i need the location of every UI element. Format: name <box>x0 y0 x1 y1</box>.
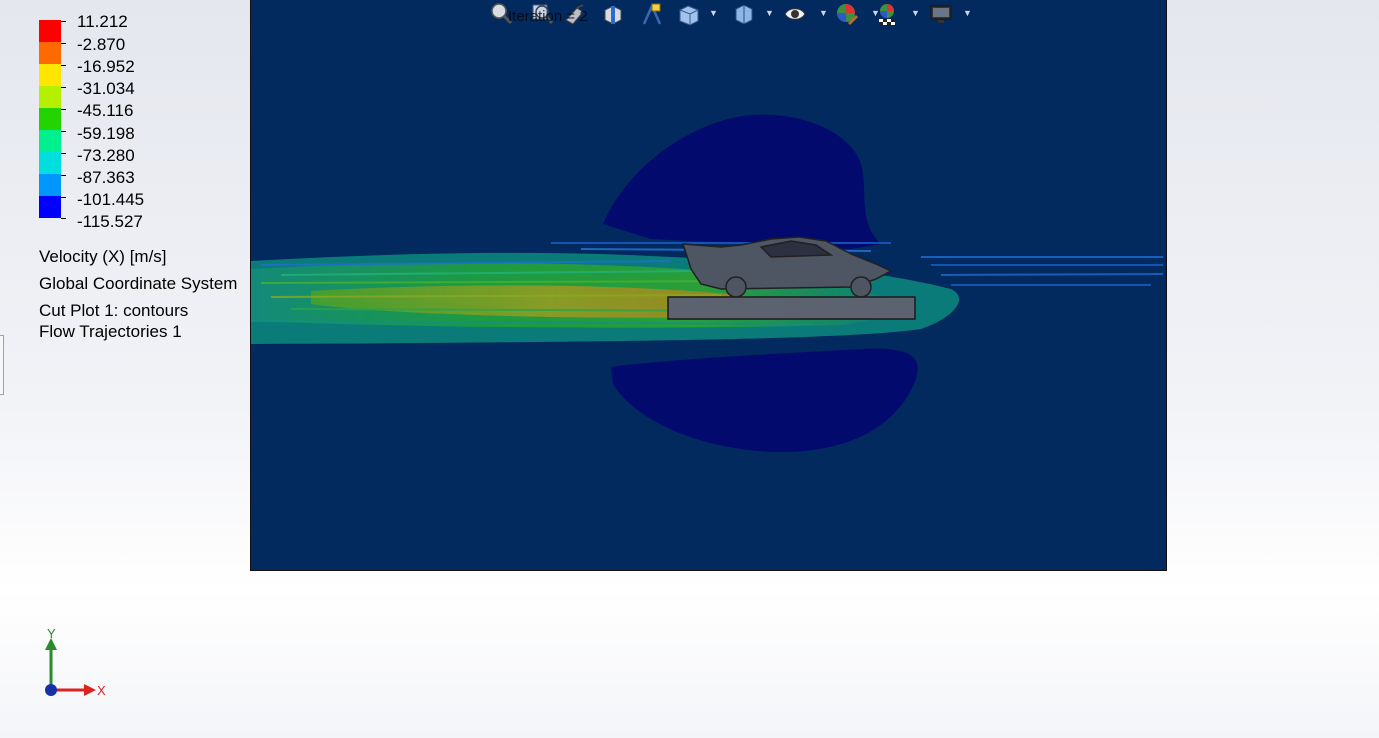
apply-scene-dropdown-icon[interactable]: ▼ <box>911 8 920 18</box>
panel-edge-handle[interactable] <box>0 335 4 395</box>
display-style-dropdown-icon[interactable]: ▼ <box>765 8 774 18</box>
coordinate-system-label: Global Coordinate System <box>39 274 238 293</box>
view-settings-icon[interactable] <box>929 2 953 26</box>
hide-show-icon[interactable] <box>783 2 807 26</box>
legend-value: -45.116 <box>77 101 134 120</box>
legend-swatch <box>39 42 61 64</box>
legend-swatch <box>39 152 61 174</box>
legend-value: 11.212 <box>77 12 128 31</box>
legend-value: -101.445 <box>77 190 145 209</box>
apply-scene-icon[interactable] <box>875 2 899 26</box>
lower-contour-lobe <box>611 348 918 453</box>
legend-value: -87.363 <box>77 168 135 187</box>
graphics-viewport[interactable] <box>250 0 1167 571</box>
legend-swatch <box>39 64 61 86</box>
legend-swatch <box>39 196 61 218</box>
flow-trajectories-label: Flow Trajectories 1 <box>39 322 182 341</box>
reference-triad: Y X <box>45 628 106 698</box>
legend-value: -73.280 <box>77 146 135 165</box>
legend-swatch <box>39 174 61 196</box>
legend-swatch <box>39 86 61 108</box>
legend-value: -2.870 <box>77 35 126 54</box>
view-settings-dropdown-icon[interactable]: ▼ <box>963 8 972 18</box>
cut-plot-label: Cut Plot 1: contours <box>39 301 189 320</box>
legend-swatch <box>39 20 61 42</box>
legend-parameter-label: Velocity (X) [m/s] <box>39 247 167 266</box>
triad-x-label: X <box>97 683 106 698</box>
triad-y-label: Y <box>47 628 56 641</box>
edit-appearance-icon[interactable] <box>835 2 859 26</box>
cut-plot-contours <box>251 114 1164 453</box>
upper-contour-lobe <box>603 114 881 250</box>
legend-value: -31.034 <box>77 79 135 98</box>
dynamic-annotation-icon[interactable] <box>640 2 664 26</box>
display-style-icon[interactable] <box>732 2 756 26</box>
iteration-overlay-text: Iteration = 2 <box>508 8 588 25</box>
legend-swatch <box>39 108 61 130</box>
ground-plate <box>667 296 916 320</box>
legend-value: -115.527 <box>77 212 143 231</box>
color-legend: 11.212 -2.870 -16.952 -31.034 -45.116 -5… <box>39 12 249 242</box>
legend-value: -16.952 <box>77 57 135 76</box>
view-orientation-dropdown-icon[interactable]: ▼ <box>709 8 718 18</box>
view-orientation-icon[interactable] <box>677 2 701 26</box>
hide-show-dropdown-icon[interactable]: ▼ <box>819 8 828 18</box>
legend-value: -59.198 <box>77 124 135 143</box>
legend-swatch <box>39 130 61 152</box>
section-view-icon[interactable] <box>601 2 625 26</box>
